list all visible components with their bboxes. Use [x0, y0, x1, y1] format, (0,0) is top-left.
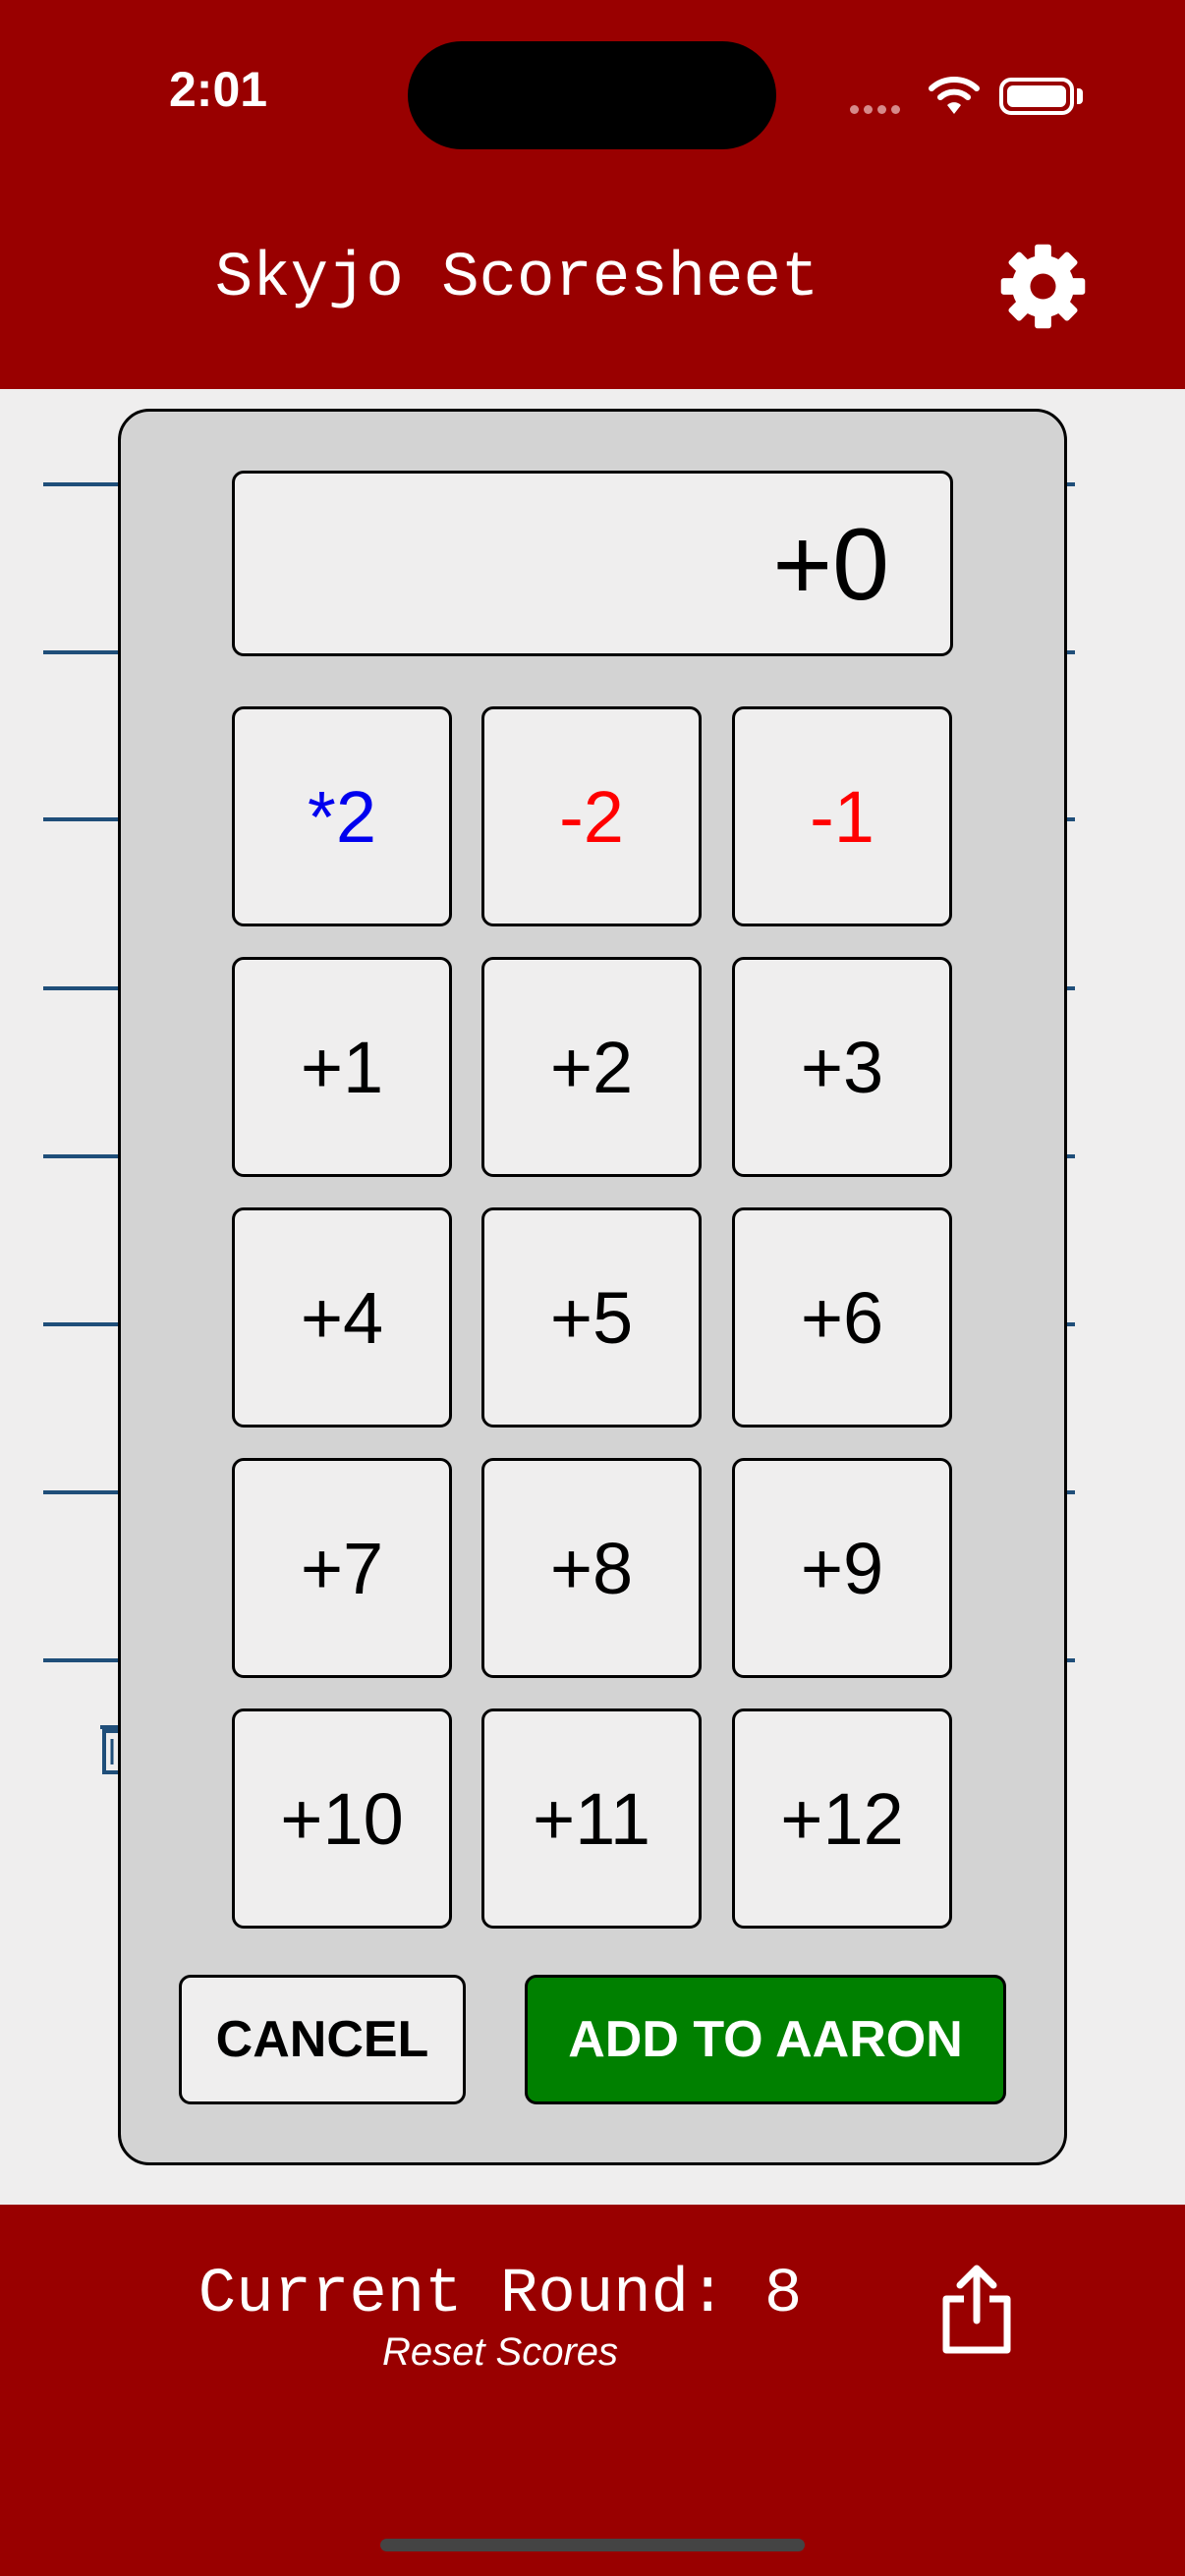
score-display: +0 — [232, 471, 953, 656]
add-score-button[interactable]: ADD TO AARON — [525, 1975, 1006, 2104]
key-plus1[interactable]: +1 — [232, 957, 452, 1177]
key-plus10[interactable]: +10 — [232, 1708, 452, 1929]
score-display-value: +0 — [772, 508, 889, 622]
key-plus12[interactable]: +12 — [732, 1708, 952, 1929]
key-plus9[interactable]: +9 — [732, 1458, 952, 1678]
dynamic-island — [408, 41, 776, 149]
status-bar: 2:01 — [0, 0, 1185, 196]
battery-cap — [1077, 88, 1083, 104]
key-plus11[interactable]: +11 — [481, 1708, 702, 1929]
current-round-label: Current Round: 8 — [198, 2260, 803, 2330]
home-indicator[interactable] — [380, 2539, 805, 2551]
key-plus5[interactable]: +5 — [481, 1207, 702, 1428]
share-icon[interactable] — [938, 2264, 1015, 2354]
key-plus6[interactable]: +6 — [732, 1207, 952, 1428]
key-plus4[interactable]: +4 — [232, 1207, 452, 1428]
app-title: Skyjo Scoresheet — [214, 244, 819, 314]
gear-icon[interactable] — [997, 241, 1089, 332]
reset-scores-link[interactable]: Reset Scores — [0, 2330, 1000, 2375]
key-plus2[interactable]: +2 — [481, 957, 702, 1177]
cancel-button[interactable]: CANCEL — [179, 1975, 466, 2104]
key-plus8[interactable]: +8 — [481, 1458, 702, 1678]
cellular-signal-icon — [850, 101, 905, 119]
key-times2[interactable]: *2 — [232, 706, 452, 926]
wifi-icon — [929, 77, 980, 114]
battery-icon — [999, 78, 1074, 115]
key-plus3[interactable]: +3 — [732, 957, 952, 1177]
key-minus1[interactable]: -1 — [732, 706, 952, 926]
key-plus7[interactable]: +7 — [232, 1458, 452, 1678]
status-time: 2:01 — [169, 62, 268, 117]
key-minus2[interactable]: -2 — [481, 706, 702, 926]
